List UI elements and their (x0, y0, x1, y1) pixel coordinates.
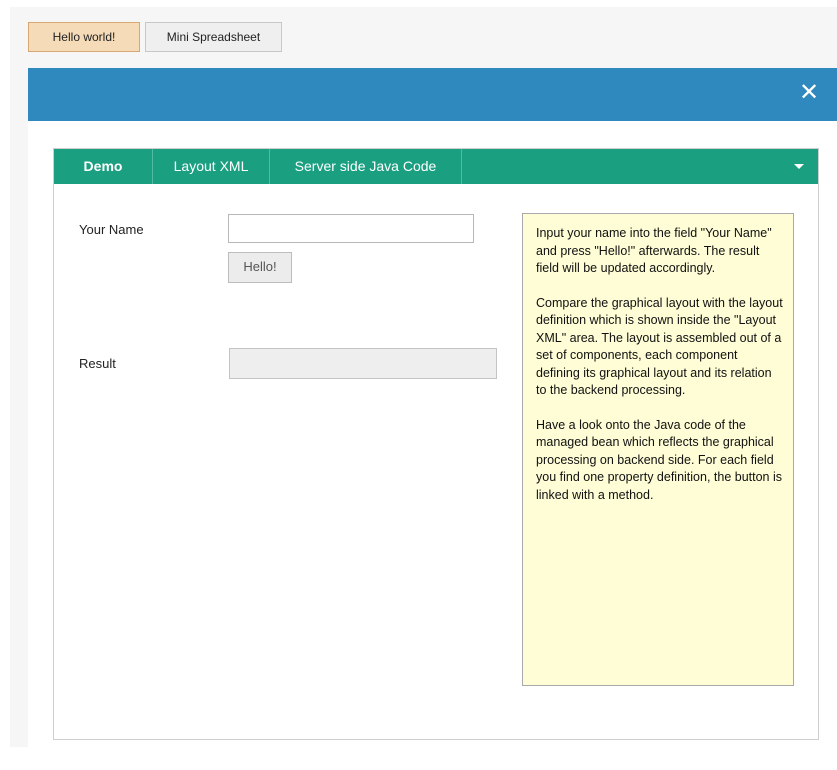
hello-world-button[interactable]: Hello world! (28, 22, 140, 52)
your-name-input[interactable] (228, 214, 474, 243)
hello-button[interactable]: Hello! (228, 252, 292, 283)
info-box: Input your name into the field "Your Nam… (522, 213, 794, 686)
demo-panel: Demo Layout XML Server side Java Code Yo… (53, 148, 819, 740)
mini-spreadsheet-button[interactable]: Mini Spreadsheet (145, 22, 282, 52)
tab-demo[interactable]: Demo (54, 149, 153, 184)
close-icon[interactable]: ✕ (799, 79, 819, 107)
chevron-down-icon[interactable] (794, 164, 804, 169)
result-field (229, 348, 497, 379)
window-title-bar: ✕ (28, 68, 837, 121)
your-name-label: Your Name (79, 222, 144, 237)
tab-layout-xml[interactable]: Layout XML (153, 149, 270, 184)
tab-server-side-java-code[interactable]: Server side Java Code (270, 149, 462, 184)
info-paragraph: Compare the graphical layout with the la… (536, 295, 783, 398)
info-paragraph: Have a look onto the Java code of the ma… (536, 417, 782, 502)
result-label: Result (79, 356, 116, 371)
info-paragraph: Input your name into the field "Your Nam… (536, 226, 772, 275)
tab-bar: Demo Layout XML Server side Java Code (54, 149, 818, 184)
